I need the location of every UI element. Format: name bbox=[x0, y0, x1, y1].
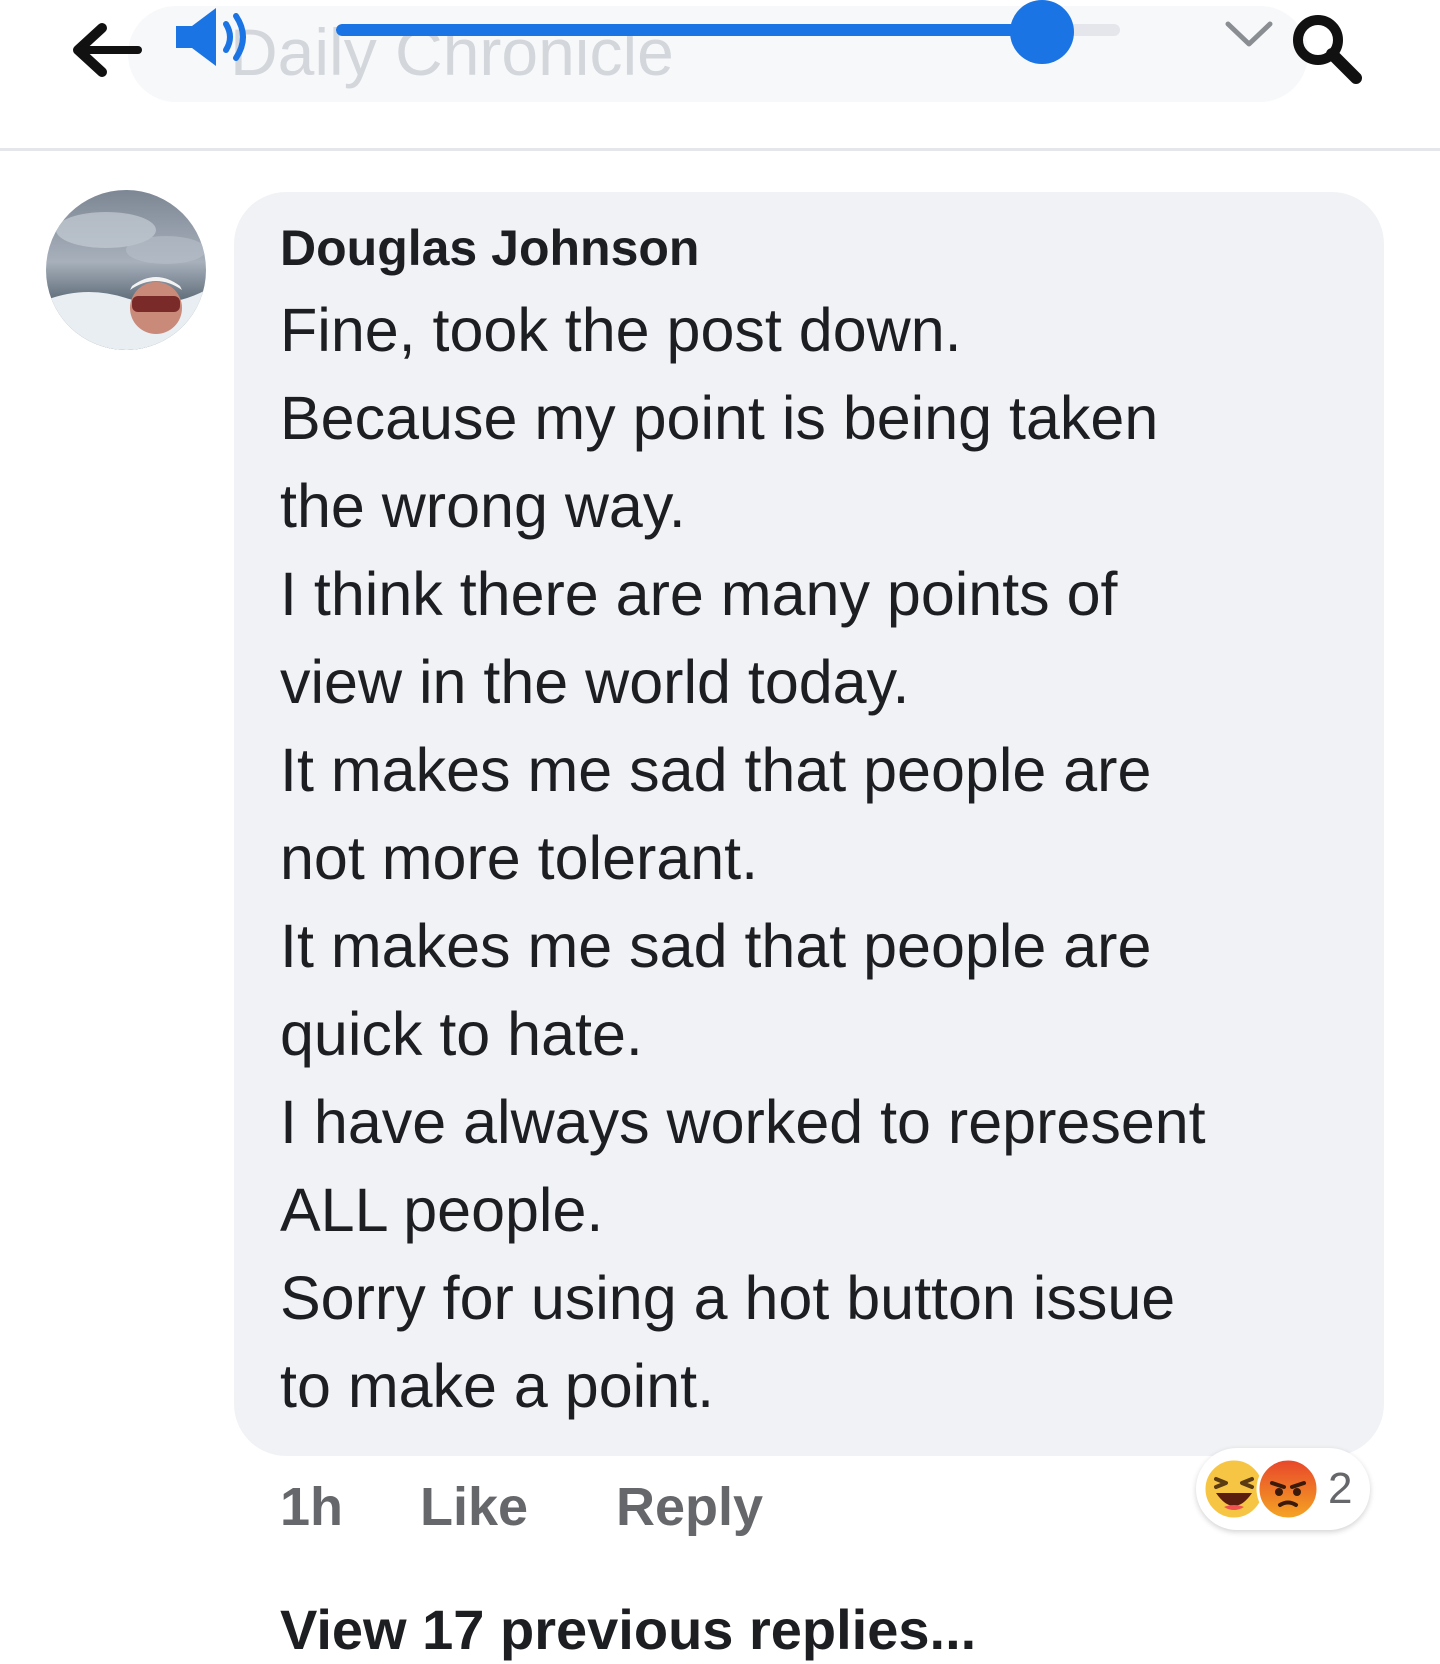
comment-line: not more tolerant. bbox=[280, 824, 759, 892]
avatar[interactable] bbox=[46, 190, 206, 350]
comment-line: to make a point. bbox=[280, 1352, 715, 1420]
reaction-count: 2 bbox=[1328, 1464, 1353, 1513]
reply-button[interactable]: Reply bbox=[616, 1472, 836, 1542]
comment-line: Fine, took the post down. bbox=[280, 296, 962, 364]
comment-line: Sorry for using a hot button issue bbox=[280, 1264, 1176, 1332]
comment-line: It makes me sad that people are bbox=[280, 912, 1152, 980]
comment-line: Because my point is being taken bbox=[280, 384, 1159, 452]
volume-slider-thumb[interactable] bbox=[1009, 0, 1074, 64]
volume-slider-track[interactable] bbox=[336, 24, 1120, 36]
search-icon[interactable] bbox=[1286, 8, 1366, 88]
comment-line: It makes me sad that people are bbox=[280, 736, 1152, 804]
comment-author[interactable]: Douglas Johnson bbox=[280, 218, 1350, 278]
chevron-down-icon[interactable] bbox=[1222, 16, 1276, 52]
volume-slider-fill bbox=[336, 24, 1042, 36]
top-bar: Daily Chronicle bbox=[0, 0, 1440, 151]
comment-line: view in the world today. bbox=[280, 648, 910, 716]
search-placeholder: Daily Chronicle bbox=[230, 15, 674, 89]
comment-body: Fine, took the post down. Because my poi… bbox=[280, 286, 1350, 1430]
comment-line: I have always worked to represent bbox=[280, 1088, 1206, 1156]
topbar-divider bbox=[0, 148, 1440, 151]
comment-line: quick to hate. bbox=[280, 1000, 643, 1068]
avatar-photo bbox=[46, 190, 206, 350]
view-previous-replies-link[interactable]: View 17 previous replies... bbox=[280, 1596, 976, 1664]
like-button[interactable]: Like bbox=[420, 1472, 616, 1542]
volume-icon[interactable] bbox=[172, 6, 262, 68]
back-arrow-icon[interactable] bbox=[72, 22, 142, 78]
comment-line: I think there are many points of bbox=[280, 560, 1118, 628]
comment-line: the wrong way. bbox=[280, 472, 686, 540]
comment-line: ALL people. bbox=[280, 1176, 604, 1244]
comment-bubble: Douglas Johnson Fine, took the post down… bbox=[234, 192, 1384, 1456]
comment-actions: 1h Like Reply bbox=[280, 1472, 836, 1542]
angry-reaction-icon bbox=[1256, 1457, 1320, 1521]
reactions-summary[interactable]: 2 bbox=[1196, 1448, 1371, 1530]
comment-timestamp[interactable]: 1h bbox=[280, 1472, 420, 1542]
